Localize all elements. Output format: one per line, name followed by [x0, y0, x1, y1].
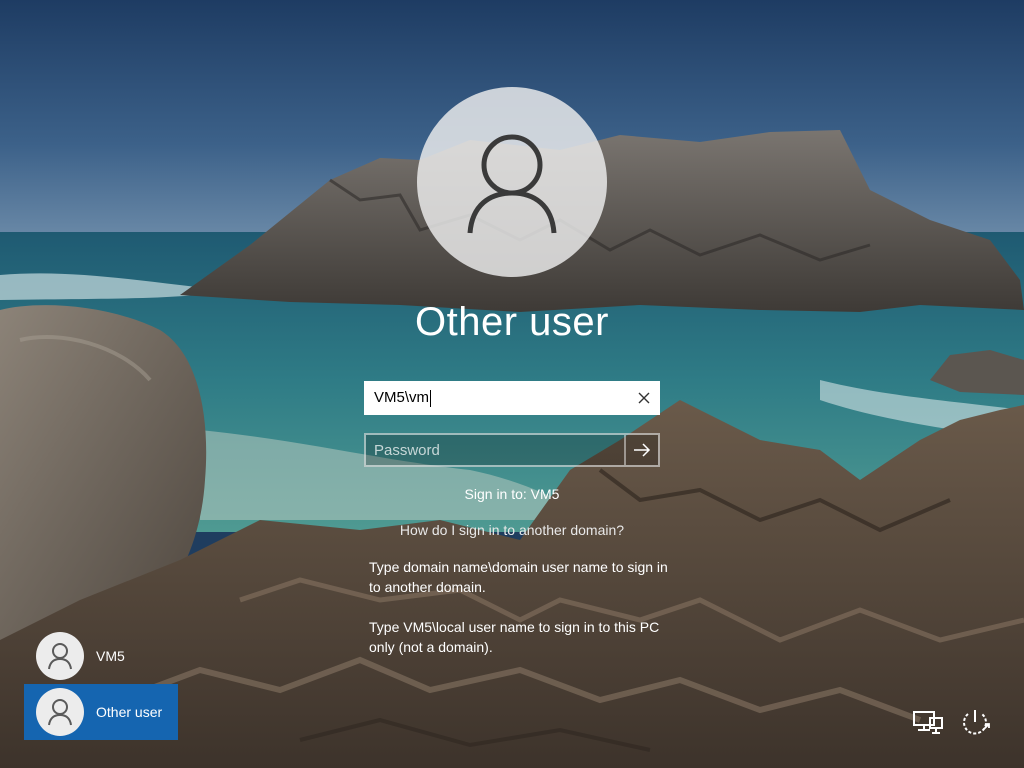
power-button[interactable]: [958, 706, 992, 740]
arrow-right-icon: [634, 443, 651, 457]
submit-button[interactable]: [624, 435, 658, 465]
text-caret: [430, 389, 432, 407]
power-icon: [963, 710, 990, 735]
password-placeholder: Password: [374, 441, 440, 459]
user-tile-vm5[interactable]: VM5: [24, 628, 178, 684]
username-field[interactable]: VM5\vm: [364, 381, 660, 415]
selected-user-name: Other user: [415, 300, 609, 344]
lock-screen: Other user VM5\vm Password Sign in to: V…: [0, 0, 1024, 768]
user-icon: [48, 699, 72, 726]
sign-in-target: Sign in to: VM5: [464, 486, 560, 502]
user-icon: [467, 134, 557, 234]
network-icon: [913, 711, 943, 734]
password-field[interactable]: Password: [364, 433, 660, 467]
domain-help-link[interactable]: How do I sign in to another domain?: [312, 522, 712, 538]
user-icon: [48, 643, 72, 670]
user-avatar: [36, 688, 84, 736]
clear-button[interactable]: [628, 381, 660, 415]
network-button[interactable]: [911, 706, 945, 740]
user-avatar: [36, 632, 84, 680]
username-value: VM5\vm: [374, 389, 430, 407]
domain-hint-text: Type domain name\domain user name to sig…: [369, 559, 668, 595]
close-icon: [638, 392, 650, 404]
local-hint-text: Type VM5\local user name to sign in to t…: [369, 619, 660, 655]
user-tile-other-user[interactable]: Other user: [24, 684, 178, 740]
user-avatar-large: [417, 87, 607, 277]
user-tile-label: Other user: [96, 704, 163, 720]
user-tile-label: VM5: [96, 648, 125, 664]
